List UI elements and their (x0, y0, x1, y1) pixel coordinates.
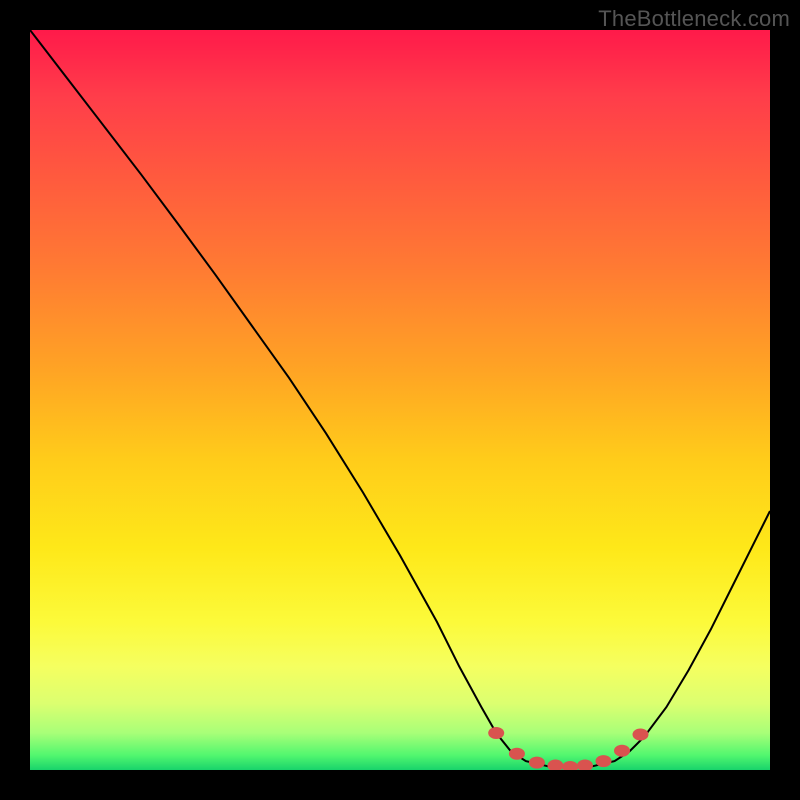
watermark-text: TheBottleneck.com (598, 6, 790, 32)
curve-marker (562, 761, 578, 770)
curve-markers (488, 727, 648, 770)
curve-marker (529, 757, 545, 769)
curve-marker (596, 755, 612, 767)
chart-svg (30, 30, 770, 770)
curve-marker (509, 748, 525, 760)
curve-marker (488, 727, 504, 739)
curve-marker (614, 745, 630, 757)
curve-marker (547, 760, 563, 770)
curve-marker (577, 760, 593, 770)
bottleneck-curve (30, 30, 770, 768)
curve-marker (633, 728, 649, 740)
chart-container (30, 30, 770, 770)
